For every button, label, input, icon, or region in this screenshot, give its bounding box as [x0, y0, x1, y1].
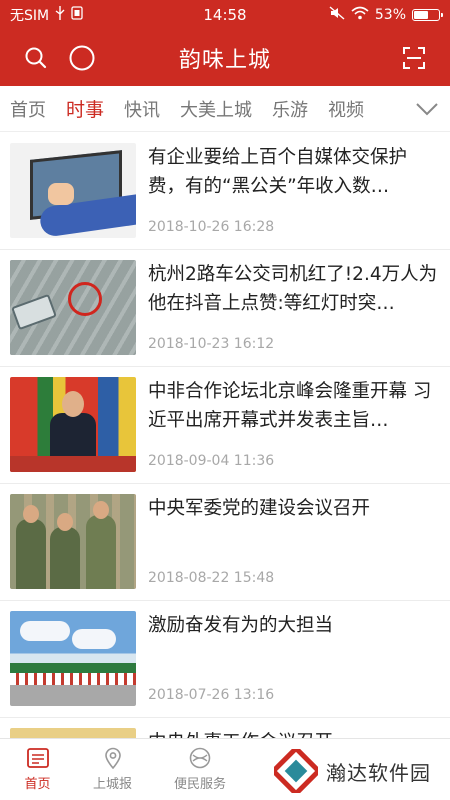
- news-item[interactable]: 杭州2路车公交司机红了!2.4万人为他在抖音上点赞:等红灯时突… 2018-10…: [0, 250, 450, 367]
- tab-beautiful-shangcheng[interactable]: 大美上城: [170, 96, 262, 122]
- news-item[interactable]: 激励奋发有为的大担当 2018-07-26 13:16: [0, 601, 450, 718]
- top-bar: 无SIM 14:58 53% 韵味上城: [0, 0, 450, 86]
- news-thumbnail: [10, 260, 136, 355]
- news-content: 中央军委党的建设会议召开 2018-08-22 15:48: [136, 494, 440, 590]
- nav-shangcheng-paper[interactable]: 上城报: [75, 739, 150, 800]
- nav-shangcheng-paper-label: 上城报: [92, 777, 132, 792]
- news-content: 有企业要给上百个自媒体交保护费，有的“黑公关”年收入数… 2018-10-26 …: [136, 143, 440, 239]
- news-content: 杭州2路车公交司机红了!2.4万人为他在抖音上点赞:等红灯时突… 2018-10…: [136, 260, 440, 356]
- tabs-fade: [380, 86, 410, 131]
- status-bar: 无SIM 14:58 53%: [0, 0, 450, 30]
- status-right: 53%: [329, 6, 443, 24]
- home-icon: [26, 747, 49, 769]
- status-left: 无SIM: [10, 5, 83, 25]
- news-title: 激励奋发有为的大担当: [148, 615, 334, 636]
- tab-home[interactable]: 首页: [0, 96, 56, 122]
- news-thumbnail: [10, 143, 136, 238]
- nav-services[interactable]: 便民服务: [150, 739, 250, 800]
- sim-icon: [71, 6, 83, 24]
- scan-icon[interactable]: [400, 44, 428, 72]
- news-title: 杭州2路车公交司机红了!2.4万人为他在抖音上点赞:等红灯时突…: [148, 264, 438, 314]
- service-icon: [189, 747, 211, 769]
- battery-icon: [412, 9, 443, 21]
- wifi-icon: [351, 6, 369, 24]
- nav-home[interactable]: 首页: [0, 739, 75, 800]
- category-tabs: 首页 时事 快讯 大美上城 乐游 视频: [0, 86, 450, 132]
- carrier-text: 无SIM: [10, 8, 50, 24]
- news-date: 2018-10-26 16:28: [148, 219, 275, 235]
- app-header: 韵味上城: [0, 30, 450, 86]
- chevron-down-icon[interactable]: [412, 96, 442, 122]
- news-thumbnail: [10, 494, 136, 589]
- news-date: 2018-07-26 13:16: [148, 687, 275, 703]
- usb-icon: [55, 6, 65, 24]
- tab-flash-news[interactable]: 快讯: [114, 96, 170, 122]
- mute-icon: [329, 6, 345, 24]
- news-title: 中非合作论坛北京峰会隆重开幕 习近平出席开幕式并发表主旨…: [148, 381, 432, 431]
- news-date: 2018-10-23 16:12: [148, 336, 275, 352]
- battery-text: 53%: [374, 7, 406, 23]
- news-item[interactable]: 中央军委党的建设会议召开 2018-08-22 15:48: [0, 484, 450, 601]
- news-item[interactable]: 中非合作论坛北京峰会隆重开幕 习近平出席开幕式并发表主旨… 2018-09-04…: [0, 367, 450, 484]
- news-item[interactable]: 有企业要给上百个自媒体交保护费，有的“黑公关”年收入数… 2018-10-26 …: [0, 133, 450, 250]
- news-content: 中非合作论坛北京峰会隆重开幕 习近平出席开幕式并发表主旨… 2018-09-04…: [136, 377, 440, 473]
- news-date: 2018-08-22 15:48: [148, 570, 275, 586]
- watermark-text: 瀚达软件园: [326, 760, 431, 785]
- location-pin-icon: [102, 747, 124, 769]
- news-list: 有企业要给上百个自媒体交保护费，有的“黑公关”年收入数… 2018-10-26 …: [0, 133, 450, 800]
- nav-services-label: 便民服务: [173, 777, 226, 792]
- news-date: 2018-09-04 11:36: [148, 453, 275, 469]
- tab-travel[interactable]: 乐游: [262, 96, 318, 122]
- watermark: 瀚达软件园: [269, 742, 450, 800]
- news-title: 有企业要给上百个自媒体交保护费，有的“黑公关”年收入数…: [148, 147, 408, 197]
- news-content: 激励奋发有为的大担当 2018-07-26 13:16: [136, 611, 440, 707]
- watermark-logo-icon: [269, 744, 323, 798]
- tab-video[interactable]: 视频: [318, 96, 374, 122]
- news-title: 中央军委党的建设会议召开: [148, 498, 371, 519]
- news-thumbnail: [10, 377, 136, 472]
- nav-home-label: 首页: [24, 777, 51, 792]
- news-thumbnail: [10, 611, 136, 706]
- tab-current-affairs[interactable]: 时事: [56, 95, 114, 122]
- app-title: 韵味上城: [178, 48, 271, 73]
